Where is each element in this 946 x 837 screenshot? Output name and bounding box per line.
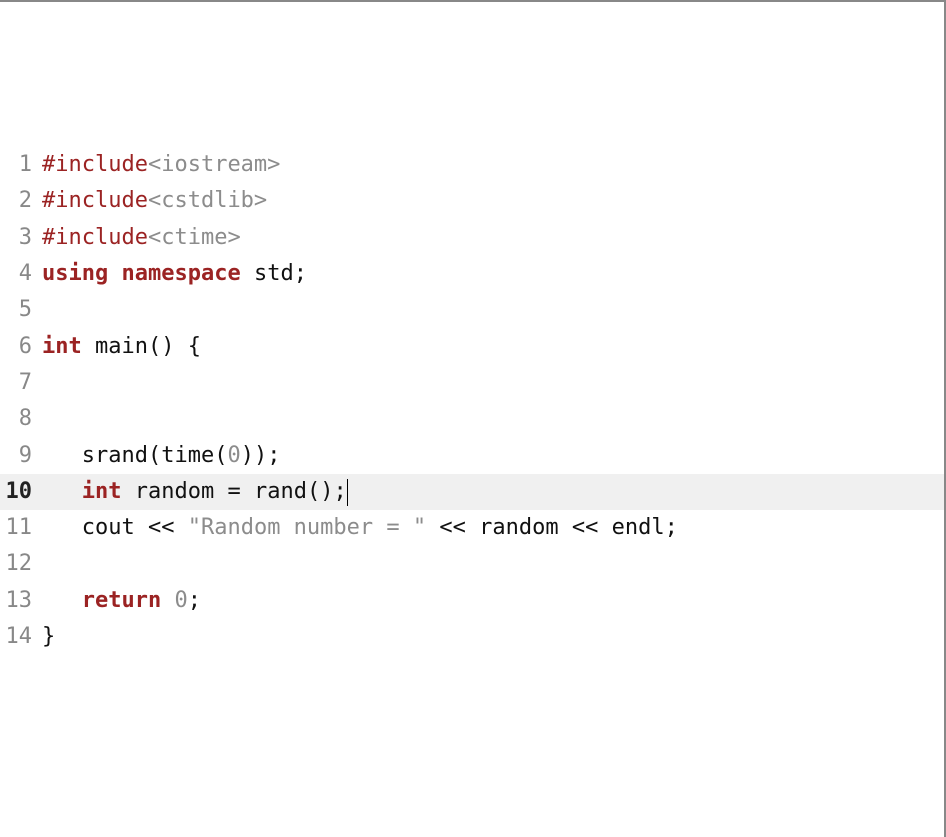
code-content[interactable]: srand(time(0)); [42, 438, 280, 474]
line-number: 14 [0, 619, 42, 655]
token-punct: << [439, 515, 466, 540]
line-number: 9 [0, 438, 42, 474]
line-number: 6 [0, 329, 42, 365]
code-line[interactable]: 1#include<iostream> [0, 147, 944, 183]
code-line[interactable]: 11 cout << "Random number = " << random … [0, 510, 944, 546]
code-line[interactable]: 10 int random = rand(); [0, 474, 944, 510]
line-number: 13 [0, 583, 42, 619]
token-punct: )); [241, 443, 281, 468]
token-ident: endl [598, 515, 664, 540]
code-content[interactable]: int main() { [42, 329, 201, 365]
code-line[interactable]: 14} [0, 619, 944, 655]
token-ident: srand [42, 443, 148, 468]
code-line[interactable]: 3#include<ctime> [0, 220, 944, 256]
token-punct: ( [148, 443, 161, 468]
token-ident: rand [241, 479, 307, 504]
token-ident [42, 588, 82, 613]
code-line[interactable]: 7 [0, 365, 944, 401]
code-line[interactable]: 2#include<cstdlib> [0, 183, 944, 219]
line-number: 11 [0, 510, 42, 546]
line-number: 3 [0, 220, 42, 256]
token-anglebr: <cstdlib> [148, 188, 267, 213]
line-number: 12 [0, 546, 42, 582]
token-punct: << [148, 515, 175, 540]
code-line[interactable]: 12 [0, 546, 944, 582]
code-line[interactable]: 5 [0, 292, 944, 328]
token-type: int [82, 479, 122, 504]
token-ident: random [466, 515, 572, 540]
token-ident: cout [42, 515, 148, 540]
token-type: int [42, 334, 82, 359]
token-punct: ; [665, 515, 678, 540]
token-ident [174, 515, 187, 540]
token-ident: std [241, 261, 294, 286]
code-line[interactable]: 13 return 0; [0, 583, 944, 619]
token-ident [108, 261, 121, 286]
code-content[interactable]: using namespace std; [42, 256, 307, 292]
code-content[interactable]: #include<cstdlib> [42, 183, 267, 219]
line-number: 5 [0, 292, 42, 328]
code-content[interactable]: #include<iostream> [42, 147, 280, 183]
token-ident [426, 515, 439, 540]
line-number: 1 [0, 147, 42, 183]
token-punct: ; [188, 588, 201, 613]
line-number: 4 [0, 256, 42, 292]
token-ident: main [82, 334, 148, 359]
token-punct: << [572, 515, 599, 540]
token-keyword: namespace [121, 261, 240, 286]
line-number: 8 [0, 401, 42, 437]
token-keyword: using [42, 261, 108, 286]
code-content[interactable]: cout << "Random number = " << random << … [42, 510, 678, 546]
token-anglebr: <ctime> [148, 225, 241, 250]
token-ident [42, 479, 82, 504]
token-punct: } [42, 624, 55, 649]
code-content[interactable]: #include<ctime> [42, 220, 241, 256]
token-keyword: return [82, 588, 161, 613]
line-number: 2 [0, 183, 42, 219]
token-punct: ( [214, 443, 227, 468]
token-number: 0 [227, 443, 240, 468]
token-ident: time [161, 443, 214, 468]
token-anglebr: <iostream> [148, 152, 280, 177]
line-number: 7 [0, 365, 42, 401]
code-content[interactable]: } [42, 619, 55, 655]
line-number: 10 [0, 474, 42, 510]
token-number: 0 [174, 588, 187, 613]
token-preproc: #include [42, 152, 148, 177]
code-content[interactable]: return 0; [42, 583, 201, 619]
token-preproc: #include [42, 225, 148, 250]
text-cursor [347, 479, 348, 505]
token-punct: (); [307, 479, 347, 504]
token-ident [161, 588, 174, 613]
code-content[interactable]: int random = rand(); [42, 474, 348, 510]
code-line[interactable]: 9 srand(time(0)); [0, 438, 944, 474]
token-ident: random [122, 479, 228, 504]
token-punct: ; [294, 261, 307, 286]
code-line[interactable]: 8 [0, 401, 944, 437]
token-string: "Random number = " [188, 515, 426, 540]
token-punct: () { [148, 334, 201, 359]
code-line[interactable]: 6int main() { [0, 329, 944, 365]
code-line[interactable]: 4using namespace std; [0, 256, 944, 292]
token-preproc: #include [42, 188, 148, 213]
code-editor[interactable]: 1#include<iostream>2#include<cstdlib>3#i… [0, 147, 944, 655]
token-punct: = [227, 479, 240, 504]
